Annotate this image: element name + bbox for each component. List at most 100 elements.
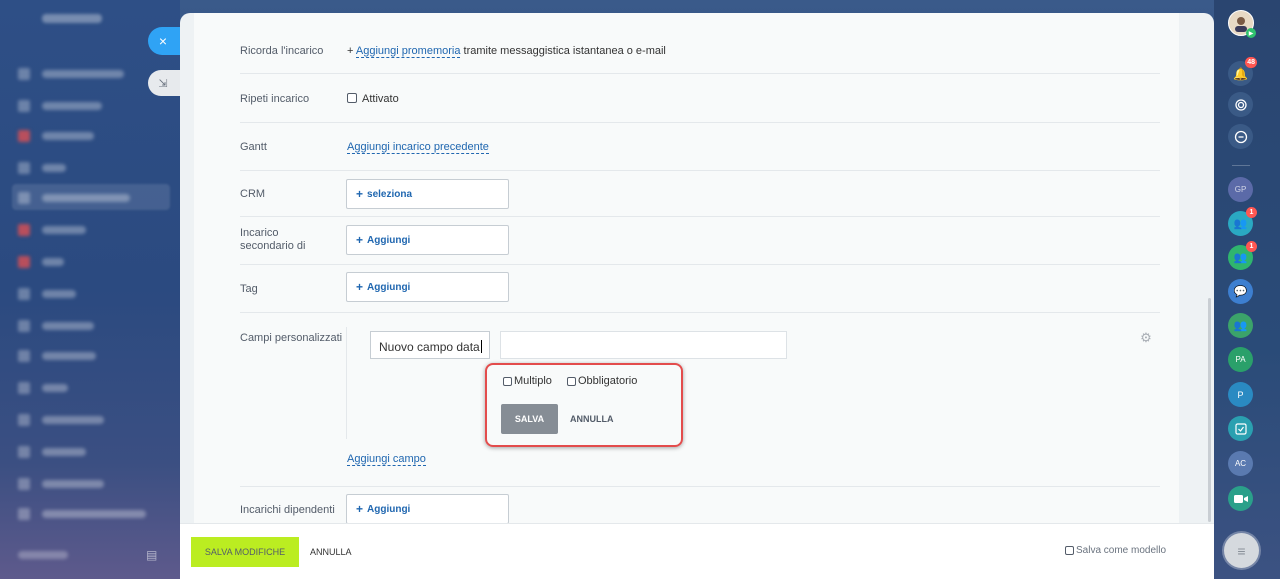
reminder-suffix: tramite messaggistica istantanea o e-mai… [460,45,666,57]
add-reminder-link[interactable]: Aggiungi promemoria [355,45,461,58]
repeat-checkbox[interactable] [347,93,357,103]
reminder-plus: + [347,45,354,57]
chat-button[interactable]: 💬 [1228,279,1253,304]
row-reminder: Ricorda l'incarico + Aggiungi promemoria… [240,13,1160,74]
reminder-content: + Aggiungi promemoria tramite messaggist… [347,45,666,58]
group-chat-2-badge: 1 [1246,241,1257,252]
subtask-add-button[interactable]: + Aggiungi [346,225,509,255]
footer-bar: SALVA MODIFICHE ANNULLA Salva come model… [180,523,1214,579]
required-checkbox[interactable] [567,376,576,386]
sidebar-item[interactable] [18,446,86,458]
sidebar-item[interactable] [18,192,130,204]
gantt-label: Gantt [240,141,267,153]
crm-select-label: seleziona [367,188,413,200]
collapse-button[interactable]: ⇲ [148,70,180,96]
group-chat-1[interactable]: 👥 1 [1228,207,1257,236]
group-icon: 👥 [1233,320,1248,332]
sidebar-item[interactable] [18,130,94,142]
video-call-button[interactable] [1228,486,1253,511]
plus-icon: + [356,187,364,201]
sidebar-item[interactable] [18,382,68,394]
tasks-button[interactable] [1228,416,1253,441]
tag-add-label: Aggiungi [367,281,411,293]
save-as-template-label: Salva come modello [1076,545,1167,556]
video-icon [1233,494,1248,503]
save-field-button[interactable]: SALVA [501,404,558,434]
row-dependent: Incarichi dipendenti + Aggiungi [240,487,1160,527]
row-subtask: Incarico secondario di + Aggiungi [240,217,1160,265]
row-gantt: Gantt Aggiungi incarico precedente [240,123,1160,171]
sidebar-item[interactable] [18,414,104,426]
sidebar-item[interactable] [18,508,146,520]
group-chat-3[interactable]: 👥 [1228,313,1253,338]
notifications-badge: 48 [1245,57,1257,68]
multiple-option[interactable]: Multiplo [503,375,552,387]
menu-button[interactable]: ≡ [1224,533,1259,568]
custom-field-value-input[interactable] [500,331,787,359]
search-button[interactable] [1228,124,1253,149]
repeat-checkbox-label: Attivato [362,93,399,105]
cancel-button[interactable]: ANNULLA [310,547,352,557]
menu-icon: ≡ [1237,542,1246,559]
sidebar-item[interactable] [18,224,86,236]
task-edit-panel: Ricorda l'incarico + Aggiungi promemoria… [180,13,1214,579]
sidebar-item[interactable] [18,162,66,174]
close-button[interactable]: × [148,27,182,55]
avatar-gp[interactable]: GP [1228,177,1253,202]
avatar-p[interactable]: P [1228,382,1253,407]
sidebar-item[interactable] [18,68,124,80]
sidebar-item[interactable] [18,478,104,490]
bell-icon: 🔔 [1233,66,1248,81]
custom-field-name-value: Nuovo campo data [379,340,480,354]
play-icon: ▶ [1246,28,1256,38]
add-previous-task-link[interactable]: Aggiungi incarico precedente [347,141,489,154]
fingerprint-button[interactable] [1228,92,1253,117]
sidebar-footer-text [18,551,68,559]
add-field-link[interactable]: Aggiungi campo [347,453,426,466]
avatar-ac[interactable]: AC [1228,451,1253,476]
notifications-button[interactable]: 🔔 48 [1228,57,1257,86]
sidebar-item[interactable] [18,288,76,300]
sidebar-item[interactable] [18,100,102,112]
row-tag: Tag + Aggiungi [240,265,1160,313]
multiple-checkbox[interactable] [503,376,512,386]
repeat-content: Attivato [347,93,399,105]
right-sidebar: ▶ 🔔 48 GP 👥 1 👥 1 💬 👥 PA P AC ≡ [1214,0,1280,579]
crm-label: CRM [240,188,266,200]
save-changes-button[interactable]: SALVA MODIFICHE [191,537,299,567]
crm-select-button[interactable]: + seleziona [346,179,509,209]
dependent-add-button[interactable]: + Aggiungi [346,494,509,524]
required-option[interactable]: Obbligatorio [567,375,637,387]
tag-add-button[interactable]: + Aggiungi [346,272,509,302]
save-as-template-option[interactable]: Salva come modello [1065,545,1166,556]
logo [42,14,102,23]
sidebar-footer: ▤ [18,549,158,561]
dependent-label: Incarichi dipendenti [240,504,335,516]
avatar-pa-label: PA [1235,355,1246,364]
save-as-template-checkbox[interactable] [1065,546,1074,555]
required-label: Obbligatorio [578,375,638,387]
user-avatar[interactable]: ▶ [1228,10,1256,38]
plus-icon: + [356,233,364,247]
group-icon: 👥 [1233,218,1248,230]
custom-field-name-input[interactable]: Nuovo campo data [370,331,490,359]
sidebar-item[interactable] [18,256,64,268]
reminder-label: Ricorda l'incarico [240,45,324,57]
sidebar-divider [1232,165,1250,166]
close-icon: × [158,33,168,49]
row-crm: CRM + seleziona [240,171,1160,217]
scrollbar[interactable] [1208,298,1211,522]
sidebar-item[interactable] [18,320,94,332]
group-chat-2[interactable]: 👥 1 [1228,241,1257,270]
avatar-pa[interactable]: PA [1228,347,1253,372]
collapse-icon: ⇲ [158,77,168,90]
search-icon [1234,130,1247,143]
plus-icon: + [356,280,364,294]
avatar-gp-label: GP [1234,185,1247,194]
print-icon[interactable]: ▤ [146,549,158,561]
sidebar-item[interactable] [18,350,96,362]
dependent-add-label: Aggiungi [367,503,411,515]
gear-icon[interactable]: ⚙ [1139,331,1153,345]
avatar-ac-label: AC [1234,459,1247,468]
cancel-field-button[interactable]: ANNULLA [570,414,614,424]
